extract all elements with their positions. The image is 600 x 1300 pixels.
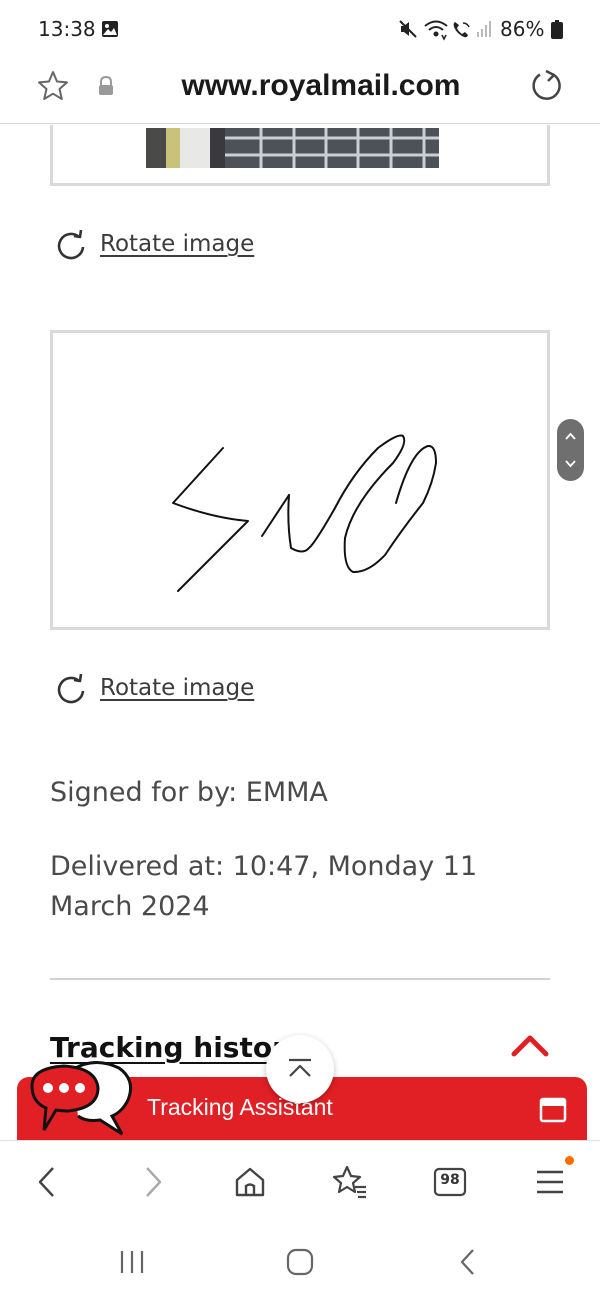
- address-bar: www.royalmail.com: [0, 58, 600, 124]
- tabs-count: 98: [440, 1172, 460, 1188]
- menu-icon[interactable]: [531, 1163, 569, 1201]
- signal-icon: [477, 21, 491, 37]
- signature-frame: [50, 330, 550, 630]
- browser-toolbar: 98: [0, 1140, 600, 1226]
- proof-photo: [146, 128, 439, 168]
- window-icon[interactable]: [539, 1097, 567, 1123]
- recents-icon[interactable]: [116, 1246, 148, 1278]
- gallery-icon: [102, 21, 118, 37]
- divider: [50, 978, 550, 980]
- signature-image: [172, 434, 437, 592]
- home-nav-icon[interactable]: [284, 1246, 316, 1278]
- back-icon[interactable]: [29, 1163, 67, 1201]
- back-nav-icon[interactable]: [452, 1246, 484, 1278]
- scroll-arrows-icon: [565, 432, 576, 468]
- battery-percentage: 86%: [500, 17, 545, 41]
- scroll-handle[interactable]: [557, 419, 584, 481]
- signed-for-text: Signed for by: EMMA: [50, 777, 328, 808]
- bookmarks-icon[interactable]: [331, 1163, 369, 1201]
- status-bar: 13:38 86%: [0, 0, 600, 58]
- rotate-icon: [57, 229, 85, 260]
- status-time: 13:38: [38, 17, 96, 41]
- tabs-button[interactable]: 98: [431, 1163, 469, 1201]
- battery-icon: [551, 20, 563, 39]
- scroll-to-top-button[interactable]: [266, 1035, 334, 1103]
- wifi-calling-icon: [453, 22, 470, 38]
- delivered-at-text: Delivered at: 10:47, Monday 11 March 202…: [50, 851, 478, 922]
- rotate-image-link[interactable]: Rotate image: [52, 224, 254, 264]
- scroll-top-icon: [289, 1058, 311, 1077]
- rotate-icon: [57, 673, 85, 704]
- forward-icon[interactable]: [133, 1163, 171, 1201]
- home-icon[interactable]: [231, 1163, 269, 1201]
- reload-icon[interactable]: [528, 68, 564, 104]
- system-nav-bar: [0, 1226, 600, 1300]
- proof-photo-frame: [50, 125, 550, 186]
- mute-icon: [399, 20, 417, 38]
- page-content: Rotate image Rotate image Signed for by:…: [0, 125, 600, 1140]
- rotate-image-label: Rotate image: [100, 231, 255, 257]
- menu-notification-dot: [565, 1156, 574, 1165]
- chevron-up-icon[interactable]: [510, 1030, 550, 1060]
- wifi-icon: [424, 20, 448, 41]
- chat-bubbles-icon[interactable]: [24, 1058, 136, 1138]
- rotate-image-label: Rotate image: [100, 675, 255, 701]
- url-field[interactable]: www.royalmail.com: [0, 69, 600, 103]
- rotate-image-link[interactable]: Rotate image: [52, 668, 254, 708]
